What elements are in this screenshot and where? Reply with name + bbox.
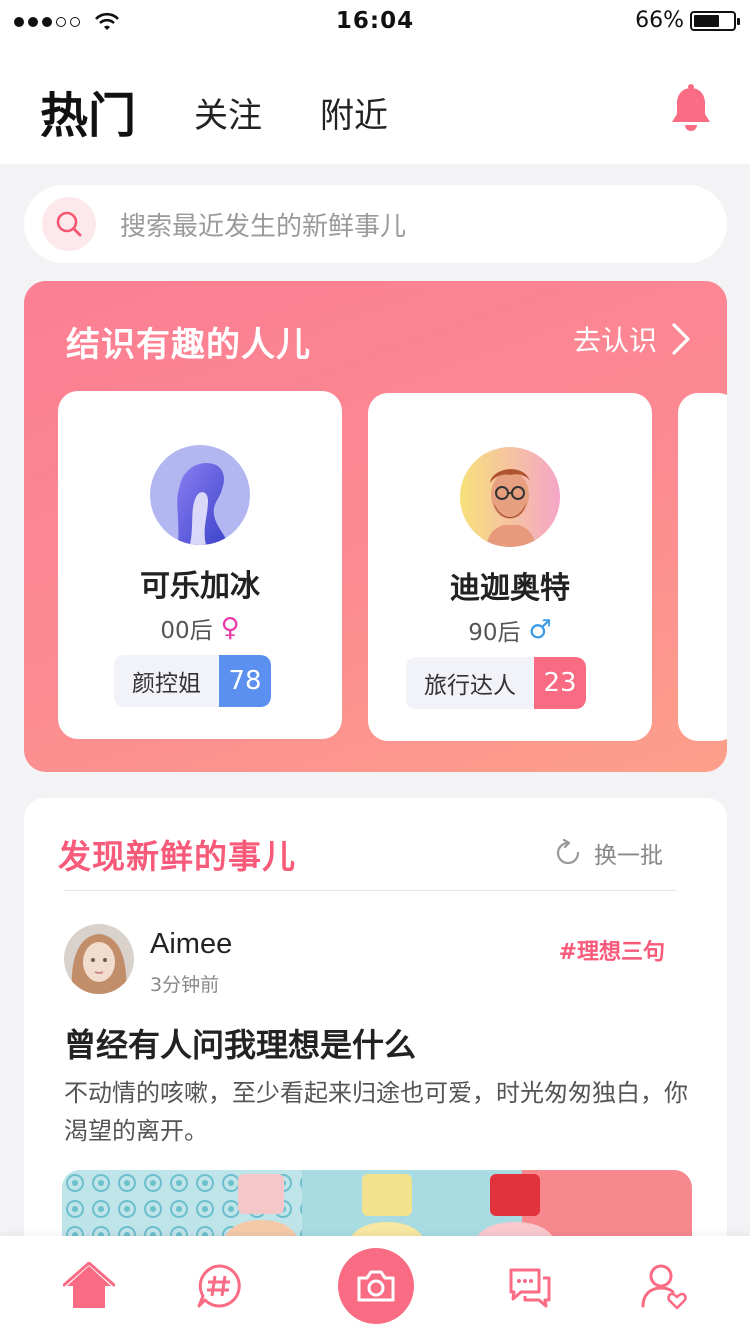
person-name: 可乐加冰 — [140, 569, 260, 604]
camera-button[interactable] — [338, 1248, 414, 1324]
person-card[interactable] — [678, 393, 727, 741]
avatar — [150, 445, 250, 545]
avatar[interactable] — [64, 924, 134, 994]
bottom-tab-bar — [0, 1236, 750, 1334]
battery-percent: 66% — [635, 8, 684, 33]
interest-tag: 旅行达人 23 — [406, 657, 586, 709]
person-card[interactable]: 可乐加冰 00后 ♀ 颜控姐 78 — [58, 391, 342, 739]
post-body: 不动情的咳嗽，至少看起来归途也可爱，时光匆匆独白，你渴望的离开。 — [64, 1079, 688, 1145]
search-input[interactable]: 搜索最近发生的新鲜事儿 — [120, 206, 406, 243]
home-icon[interactable] — [62, 1260, 116, 1312]
tag-label: 颜控姐 — [114, 655, 219, 707]
camera-icon — [357, 1270, 395, 1302]
tab-nearby[interactable]: 附近 — [320, 88, 388, 137]
discover-section: 发现新鲜的事儿 换一批 Aimee 3分钟前 #理想三句 曾经有人问我理想是什么… — [24, 798, 727, 1298]
post-time: 3分钟前 — [150, 974, 220, 996]
person-meta: 90后 ♂ — [368, 613, 652, 647]
tab-follow[interactable]: 关注 — [194, 88, 262, 137]
female-icon: ♀ — [220, 613, 240, 643]
hashtag-icon[interactable] — [192, 1260, 246, 1312]
person-name: 迪迦奥特 — [450, 571, 570, 606]
section-title: 结识有趣的人儿 — [66, 325, 311, 365]
age-group: 90后 — [468, 620, 521, 646]
refresh-icon — [556, 839, 580, 865]
post-title[interactable]: 曾经有人问我理想是什么 — [64, 1020, 416, 1066]
search-bar[interactable]: 搜索最近发生的新鲜事儿 — [24, 185, 727, 263]
battery-icon — [690, 10, 740, 31]
status-bar: 16:04 66% — [0, 0, 750, 44]
message-icon[interactable] — [502, 1260, 556, 1312]
person-card[interactable]: 迪迦奥特 90后 ♂ 旅行达人 23 — [368, 393, 652, 741]
battery-fill — [694, 14, 720, 27]
top-header: 热门 关注 附近 — [0, 44, 750, 164]
section-title: 发现新鲜的事儿 — [58, 837, 296, 876]
bell-icon[interactable] — [668, 84, 714, 134]
refresh-button[interactable]: 换一批 — [554, 836, 663, 870]
tab-hot[interactable]: 热门 — [40, 76, 136, 146]
search-icon[interactable] — [42, 197, 96, 251]
refresh-label: 换一批 — [594, 843, 663, 869]
chevron-right-icon — [672, 323, 690, 355]
post-username[interactable]: Aimee — [150, 928, 232, 961]
tag-score: 23 — [534, 657, 586, 709]
profile-icon[interactable] — [636, 1260, 690, 1312]
age-group: 00后 — [160, 618, 213, 644]
battery-status: 66% — [635, 8, 740, 33]
male-icon: ♂ — [528, 615, 552, 645]
go-meet-link[interactable]: 去认识 — [573, 319, 691, 359]
go-meet-label: 去认识 — [572, 324, 657, 357]
post-hashtag[interactable]: #理想三句 — [559, 934, 665, 966]
avatar — [460, 447, 560, 547]
meet-people-section: 结识有趣的人儿 去认识 可乐加冰 00后 ♀ 颜控姐 78 迪迦奥特 90后 ♂… — [24, 281, 727, 772]
divider — [64, 890, 677, 891]
tag-label: 旅行达人 — [406, 657, 534, 709]
person-meta: 00后 ♀ — [58, 611, 342, 645]
tag-score: 78 — [219, 655, 271, 707]
interest-tag: 颜控姐 78 — [114, 655, 271, 707]
